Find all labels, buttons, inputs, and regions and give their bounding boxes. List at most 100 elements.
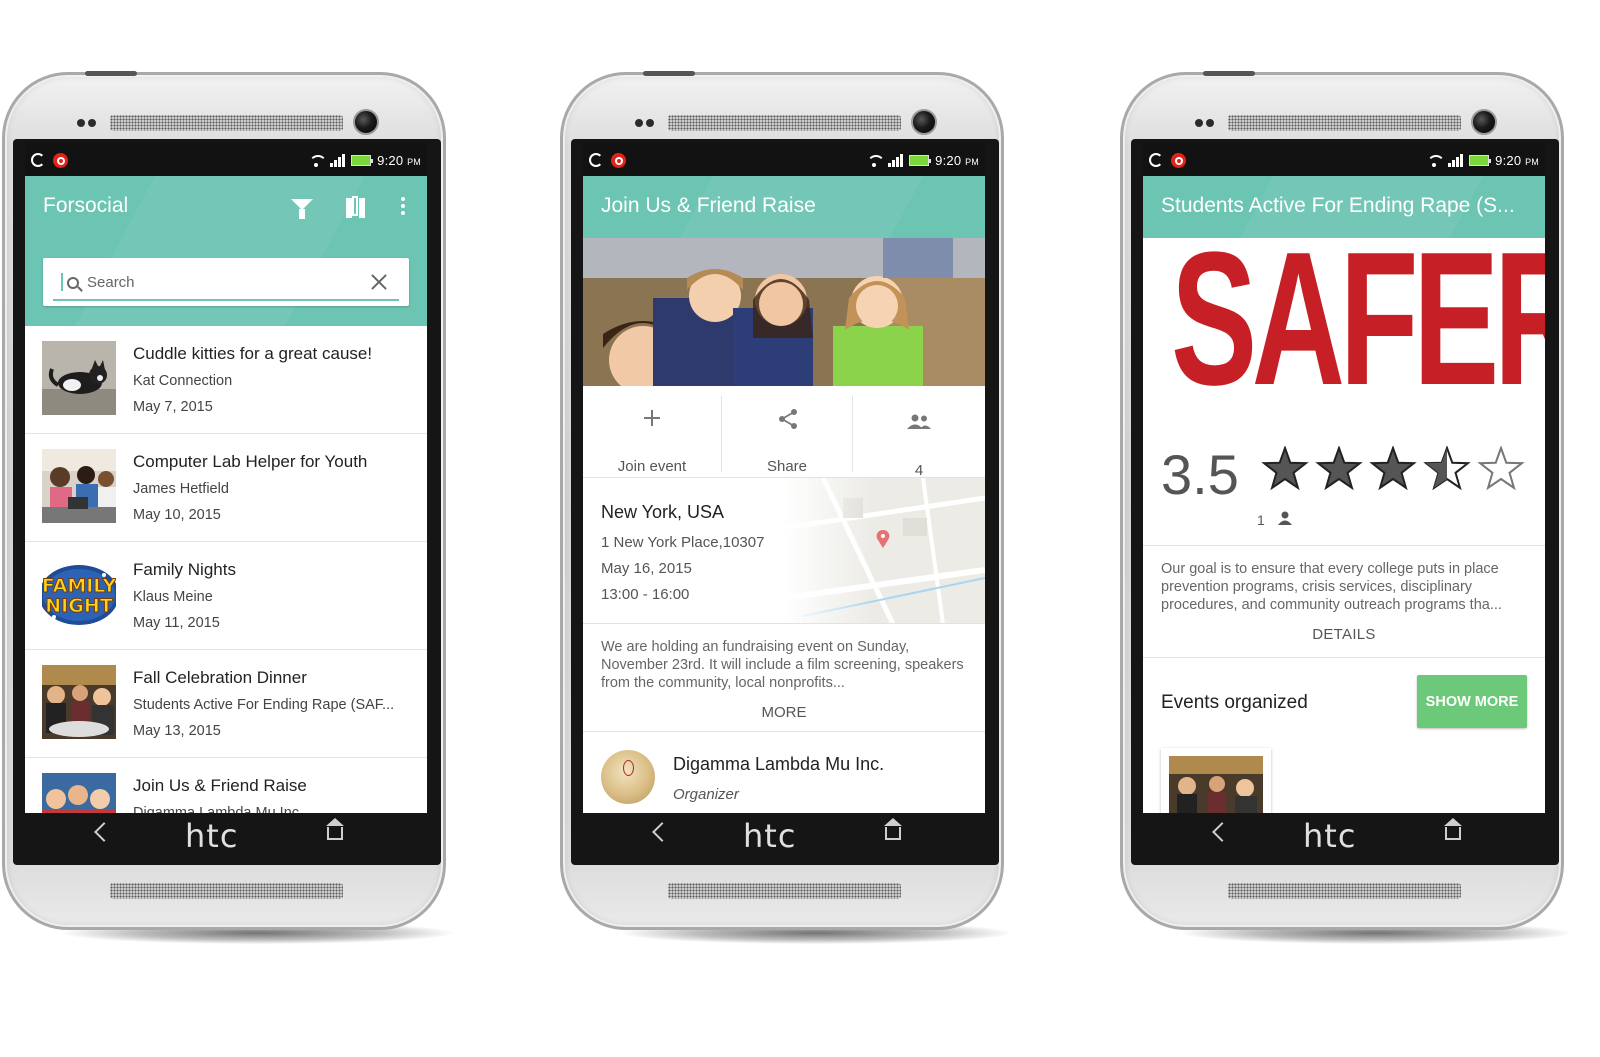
organizer-avatar [601,750,655,804]
organizer-role: Organizer [673,786,739,803]
wifi-icon [866,154,886,167]
phone-body: 9:20 PM Students Active For Ending Rape … [1120,71,1567,930]
sync-icon [589,153,603,167]
home-icon[interactable] [1444,818,1462,840]
map-button[interactable] [343,194,367,218]
share-label: Share [766,458,808,475]
top-speaker-grille [110,115,343,131]
front-camera [1471,109,1497,135]
organization-title: Students Active For Ending Rape (S... [1161,194,1515,217]
organization-logo: SAFER [1143,238,1545,418]
home-icon[interactable] [884,818,902,840]
event-organizer: James Hetfield [133,481,229,497]
battery-icon [909,154,932,166]
location-city: New York, USA [601,502,725,522]
rating-count: 1 [1257,512,1265,528]
event-title: Join Us & Friend Raise [601,194,816,217]
safer-logo-text: SAFER [1171,238,1545,418]
signal-icon [330,153,346,167]
attendees-count: 4 [914,462,924,479]
show-more-button[interactable]: SHOW MORE [1417,675,1527,728]
event-title: Fall Celebration Dinner [133,668,307,687]
status-clock: 9:20 PM [935,152,979,168]
attendees-button[interactable]: 4 [853,396,985,479]
front-camera [353,109,379,135]
clear-icon[interactable] [369,272,389,292]
event-organizer: Students Active For Ending Rape (SAF... [133,697,395,713]
organizer-card[interactable]: Digamma Lambda Mu Inc. Organizer [583,732,985,813]
rating-card: 3.5 1 [1143,418,1545,546]
battery-icon [351,154,374,166]
join-event-button[interactable]: Join event [583,396,721,475]
search-icon [67,277,79,289]
location-address: 1 New York Place,10307 [601,534,765,551]
event-location-card[interactable]: New York, USA 1 New York Place,10307 May… [583,478,985,624]
map-icon [345,196,365,218]
list-item[interactable]: Join Us & Friend Raise Digamma Lambda Mu… [25,758,427,813]
group-icon [907,414,931,429]
home-icon[interactable] [326,818,344,840]
sync-icon [1149,153,1163,167]
back-icon[interactable] [94,822,114,842]
app-bar: Forsocial [25,176,427,326]
beats-audio-icon [53,153,68,168]
rating-star[interactable] [1369,446,1417,491]
beats-audio-icon [611,153,626,168]
event-title: Computer Lab Helper for Youth [133,452,368,471]
beats-audio-icon [1171,153,1186,168]
overflow-menu-button[interactable] [391,194,415,218]
details-button[interactable]: DETAILS [1143,626,1545,643]
event-thumbnail-dinner [42,665,116,739]
back-icon[interactable] [652,822,672,842]
family-nights-line1: FAMILY [42,575,116,597]
organizer-name: Digamma Lambda Mu Inc. [673,754,885,774]
event-title: Join Us & Friend Raise [133,776,307,795]
back-icon[interactable] [1212,822,1232,842]
hardware-nav-bar: htc [5,811,449,865]
share-icon [779,409,797,429]
wifi-icon [308,154,328,167]
organized-event-thumbnail[interactable] [1161,748,1271,813]
list-item[interactable]: Fall Celebration Dinner Students Active … [25,650,427,758]
app-title: Forsocial [43,194,129,217]
phone-1: 9:20 PM Forsocial Search Cuddle kitties … [2,71,452,944]
search-underline [53,299,399,301]
rating-star[interactable] [1261,446,1309,491]
list-item[interactable]: Computer Lab Helper for Youth James Hetf… [25,434,427,542]
search-box [43,258,409,306]
phone-body: 9:20 PM Forsocial Search Cuddle kitties … [2,71,449,930]
hardware-nav-bar: htc [1123,811,1567,865]
signal-icon [888,153,904,167]
search-input[interactable] [87,271,357,293]
event-hero-photo [583,238,985,386]
filter-button[interactable] [290,194,314,219]
bottom-speaker-grille [668,883,901,899]
top-speaker-grille [1228,115,1461,131]
rating-star[interactable] [1315,446,1363,491]
sync-icon [31,153,45,167]
more-button[interactable]: MORE [583,704,985,721]
rating-value: 3.5 [1161,443,1239,506]
wifi-icon [1426,154,1446,167]
list-item[interactable]: FAMILY NIGHT Family Nights Klaus Meine Ma… [25,542,427,650]
list-item[interactable]: Cuddle kitties for a great cause! Kat Co… [25,326,427,434]
share-button[interactable]: Share [721,396,853,475]
sensor-dots [77,119,97,127]
rating-star[interactable] [1477,446,1525,491]
screen-event-detail: 9:20 PM Join Us & Friend Raise Join even… [583,143,985,813]
rating-stars[interactable] [1261,446,1531,494]
plus-icon [644,410,660,426]
event-title: Cuddle kitties for a great cause! [133,344,373,363]
battery-icon [1469,154,1492,166]
event-organizer: Kat Connection [133,373,233,389]
top-speaker-grille [668,115,901,131]
event-description: We are holding an fundraising event on S… [601,639,964,691]
event-description-card: We are holding an fundraising event on S… [583,624,985,732]
event-time: 13:00 - 16:00 [601,586,690,603]
events-organized-title: Events organized [1161,692,1308,713]
screen-forsocial-list: 9:20 PM Forsocial Search Cuddle kitties … [25,143,427,813]
location-map[interactable] [783,478,985,624]
htc-logo: htc [185,817,239,855]
about-card: Our goal is to ensure that every college… [1143,546,1545,658]
event-actions: Join event Share 4 [583,386,985,479]
